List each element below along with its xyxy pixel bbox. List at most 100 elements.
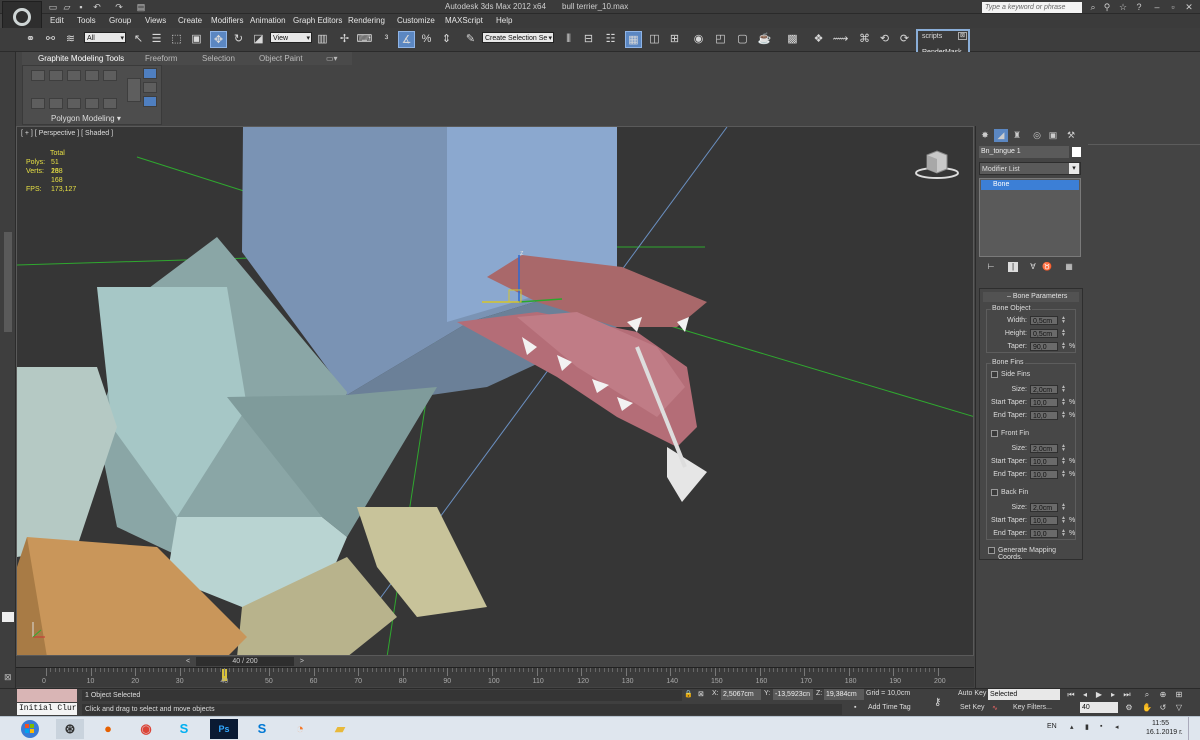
front-start-taper-spinner[interactable]: ▲ ▼ <box>1061 457 1066 466</box>
polygon-modeling-label[interactable]: Polygon Modeling ▾ <box>51 114 121 123</box>
taskbar-chrome-icon[interactable]: ◉ <box>132 719 160 739</box>
tray-network-icon[interactable]: ▮ <box>1085 723 1089 731</box>
create-tab-icon[interactable]: ✸ <box>978 129 992 142</box>
scrollbar-thumb[interactable] <box>4 232 12 332</box>
menu-customize[interactable]: Customize <box>397 16 435 25</box>
show-end-result-icon[interactable]: | <box>1008 262 1018 272</box>
menu-rendering[interactable]: Rendering <box>348 16 385 25</box>
new-file-icon[interactable]: ▭ <box>48 2 58 12</box>
communication-center-icon[interactable]: ☆ <box>1118 2 1128 12</box>
menu-tools[interactable]: Tools <box>77 16 96 25</box>
show-desktop-button[interactable] <box>1188 717 1198 740</box>
angle-snap-icon[interactable]: ∡ <box>398 31 415 48</box>
material-editor-icon[interactable]: ◉ <box>690 31 707 48</box>
time-tag-icon[interactable]: ▪ <box>854 704 856 711</box>
side-end-taper-input[interactable]: 10,0 <box>1030 411 1058 420</box>
y-coord-input[interactable]: -13,5923cn <box>773 689 813 700</box>
tab-freeform[interactable]: Freeform <box>145 54 177 63</box>
ribbon-tool-button[interactable] <box>103 70 117 81</box>
key-icon[interactable]: ⚷ <box>934 697 941 708</box>
side-start-taper-input[interactable]: 10,0 <box>1030 398 1058 407</box>
add-time-tag-button[interactable]: Add Time Tag <box>868 704 911 711</box>
utilities-tab-icon[interactable]: ⚒ <box>1064 129 1078 142</box>
select-and-rotate-icon[interactable]: ↻ <box>230 31 247 48</box>
search-icon[interactable]: ⌕ <box>1088 2 1098 12</box>
remove-modifier-icon[interactable]: ♉ <box>1042 262 1052 272</box>
generate-mapping-checkbox[interactable] <box>988 547 995 554</box>
current-frame-input[interactable]: 40 <box>1080 702 1118 713</box>
back-end-taper-spinner[interactable]: ▲ ▼ <box>1061 529 1066 538</box>
next-frame-button[interactable]: > <box>300 657 304 666</box>
height-input[interactable]: 0,5cm <box>1030 329 1058 338</box>
make-unique-icon[interactable]: ∀ <box>1028 262 1038 272</box>
ribbon-tool-button[interactable] <box>85 70 99 81</box>
menu-create[interactable]: Create <box>178 16 202 25</box>
back-start-taper-spinner[interactable]: ▲ ▼ <box>1061 516 1066 525</box>
time-slider[interactable]: < 40 / 200 > <box>16 656 974 667</box>
side-start-taper-spinner[interactable]: ▲ ▼ <box>1061 398 1066 407</box>
menu-modifiers[interactable]: Modifiers <box>211 16 243 25</box>
rendered-frame-icon[interactable]: ▢ <box>734 31 751 48</box>
schematic-view-icon[interactable]: ⊞ <box>666 31 683 48</box>
key-selection-dropdown[interactable]: Selected <box>988 689 1060 700</box>
render-setup-icon[interactable]: ◰ <box>712 31 729 48</box>
named-selection-dropdown[interactable]: Create Selection Se <box>482 32 554 44</box>
modifier-list-dropdown[interactable]: Modifier List <box>979 162 1081 175</box>
mirror-icon[interactable]: ⫴ <box>560 31 577 48</box>
scripts-close-icon[interactable]: ⊠ <box>958 32 967 40</box>
ribbon-tool-button[interactable] <box>31 98 45 109</box>
ribbon-tool-button[interactable] <box>143 68 157 79</box>
select-by-name-icon[interactable]: ☰ <box>148 31 165 48</box>
subscription-icon[interactable]: ⚲ <box>1102 2 1112 12</box>
side-size-spinner[interactable]: ▲ ▼ <box>1061 385 1066 394</box>
pivot-center-icon[interactable]: ▥ <box>314 31 331 48</box>
script-tool-4-icon[interactable]: ⌘ <box>856 31 873 48</box>
back-end-taper-input[interactable]: 10,0 <box>1030 529 1058 538</box>
modify-tab-icon[interactable]: ◢ <box>994 129 1008 142</box>
auto-key-button[interactable]: Auto Key <box>958 690 986 697</box>
track-bar[interactable]: ⊠ 0 10 20 30 40 50 60 70 80 90 100 110 120 130 140 150 1… <box>4 667 974 687</box>
side-end-taper-spinner[interactable]: ▲ ▼ <box>1061 411 1066 420</box>
taper-spinner[interactable]: ▲ ▼ <box>1061 342 1066 351</box>
viewcube-icon[interactable] <box>915 147 965 183</box>
language-indicator[interactable]: EN <box>1047 723 1057 730</box>
rollout-header[interactable]: – Bone Parameters <box>983 292 1079 302</box>
snap-toggle-icon[interactable]: ³ <box>378 31 395 48</box>
tab-selection[interactable]: Selection <box>202 54 235 63</box>
bind-spacewarp-icon[interactable]: ≋ <box>62 31 79 48</box>
orbit-icon[interactable]: ↺ <box>1158 703 1168 713</box>
ribbon-tool-button[interactable] <box>143 82 157 93</box>
front-size-spinner[interactable]: ▲ ▼ <box>1061 444 1066 453</box>
menu-animation[interactable]: Animation <box>250 16 286 25</box>
taskbar-skype-icon[interactable]: S <box>170 719 198 739</box>
ribbon-tool-button[interactable] <box>67 98 81 109</box>
taskbar-photoshop-icon[interactable]: Ps <box>210 719 238 739</box>
front-size-input[interactable]: 2,0cm <box>1030 444 1058 453</box>
tray-chevron-icon[interactable]: ▴ <box>1070 723 1074 731</box>
lock-selection-icon[interactable]: 🔒 <box>684 690 693 698</box>
tab-graphite-modeling-tools[interactable]: Graphite Modeling Tools <box>38 54 124 63</box>
redo-icon[interactable]: ↷ <box>114 2 124 12</box>
height-spinner[interactable]: ▲ ▼ <box>1061 329 1066 338</box>
script-tool-2-icon[interactable]: ❖ <box>810 31 827 48</box>
go-to-start-icon[interactable]: ⏮ <box>1066 690 1076 700</box>
maximize-viewport-icon[interactable]: ⊞ <box>1174 690 1184 700</box>
clock-time[interactable]: 11:55 <box>1152 720 1169 727</box>
configure-modifier-sets-icon[interactable]: ▦ <box>1064 262 1074 272</box>
curve-editor-icon[interactable]: ◫ <box>646 31 663 48</box>
side-size-input[interactable]: 2,0cm <box>1030 385 1058 394</box>
script-tool-1-icon[interactable]: ▩ <box>784 31 801 48</box>
absolute-mode-icon[interactable]: ⊠ <box>698 690 704 698</box>
script-tool-6-icon[interactable]: ⟳ <box>896 31 913 48</box>
render-production-icon[interactable]: ☕ <box>756 31 773 48</box>
motion-tab-icon[interactable]: ◎ <box>1030 129 1044 142</box>
menu-help[interactable]: Help <box>496 16 512 25</box>
object-name-field[interactable]: Bn_tongue 1 <box>979 146 1069 158</box>
selection-filter-dropdown[interactable]: All <box>84 32 126 44</box>
taper-input[interactable]: 90,0 <box>1030 342 1058 351</box>
layer-manager-icon[interactable]: ☷ <box>602 31 619 48</box>
display-tab-icon[interactable]: ▣ <box>1046 129 1060 142</box>
set-key-filter-icon[interactable]: ∿ <box>992 704 998 712</box>
object-color-swatch[interactable] <box>1072 147 1081 157</box>
taskbar-firefox-icon[interactable]: ● <box>94 719 122 739</box>
